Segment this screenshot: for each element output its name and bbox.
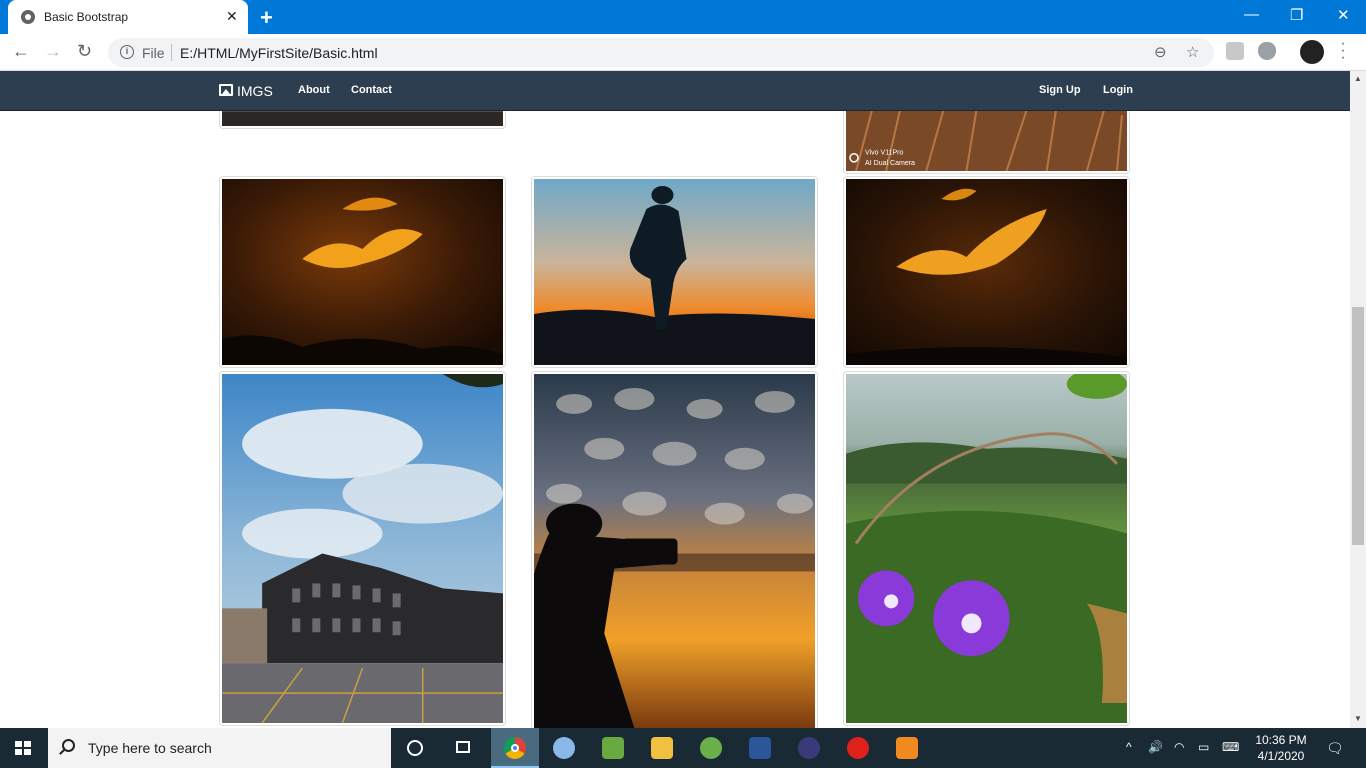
notepad-icon[interactable]	[589, 728, 637, 768]
photo-image	[534, 179, 815, 365]
site-brand[interactable]: IMGS	[237, 83, 273, 99]
photo-image	[222, 179, 503, 365]
nav-link-sign-up[interactable]: Sign Up	[1039, 84, 1081, 96]
word-icon[interactable]	[736, 728, 784, 768]
address-separator	[171, 44, 172, 61]
shield-extension-icon[interactable]	[1258, 42, 1276, 60]
close-window-button[interactable]: ✕	[1337, 6, 1350, 24]
tab-title: Basic Bootstrap	[44, 10, 129, 24]
url-text[interactable]: E:/HTML/MyFirstSite/Basic.html	[180, 45, 378, 61]
restore-button[interactable]: ❐	[1290, 6, 1303, 24]
paint-icon[interactable]	[540, 728, 588, 768]
keyboard-icon[interactable]: ⌨	[1222, 740, 1239, 754]
photo-thumbnail[interactable]	[843, 369, 1130, 726]
volume-icon[interactable]: 🔊	[1148, 740, 1163, 754]
photo-thumbnail[interactable]	[843, 176, 1130, 368]
photo-image	[846, 369, 1127, 723]
notifications-icon[interactable]: 🗨	[1326, 740, 1344, 757]
tab-close-icon[interactable]: ✕	[226, 8, 238, 25]
page-viewport: IMGS About Contact Sign Up Login Vivo V1…	[0, 71, 1350, 728]
extension-icon[interactable]	[1226, 42, 1244, 60]
reload-button[interactable]: ↻	[77, 41, 92, 62]
page-scrollbar[interactable]: ▲ ▼	[1350, 71, 1366, 728]
menu-dots-icon[interactable]: · · ·	[1340, 36, 1346, 66]
nav-link-login[interactable]: Login	[1103, 84, 1133, 96]
picture-icon	[219, 84, 233, 96]
forward-button[interactable]: →	[44, 41, 62, 62]
profile-avatar[interactable]	[1300, 40, 1324, 64]
site-navbar: IMGS About Contact Sign Up Login	[0, 71, 1350, 111]
photo-thumbnail[interactable]	[531, 371, 818, 728]
nav-link-about[interactable]: About	[298, 84, 330, 96]
file-explorer-icon[interactable]	[638, 728, 686, 768]
photo-thumbnail[interactable]	[531, 176, 818, 368]
photo-thumbnail[interactable]	[219, 371, 506, 726]
photo-thumbnail[interactable]	[219, 176, 506, 368]
battery-icon[interactable]: ▭	[1198, 740, 1209, 754]
chevron-up-icon[interactable]: ^	[1126, 740, 1132, 754]
photo-image	[534, 374, 815, 728]
svg-text:Vivo V11Pro: Vivo V11Pro	[865, 150, 903, 157]
chrome-icon[interactable]	[491, 728, 539, 768]
spring-tool-icon[interactable]	[687, 728, 735, 768]
clock-time: 10:36 PM	[1255, 733, 1307, 747]
new-tab-button[interactable]: +	[260, 5, 273, 31]
minimize-button[interactable]: —	[1244, 6, 1259, 23]
task-view-icon[interactable]	[440, 728, 488, 768]
svg-text:AI Dual Camera: AI Dual Camera	[865, 160, 915, 167]
address-bar[interactable]: i File E:/HTML/MyFirstSite/Basic.html ⊖ …	[108, 38, 1214, 67]
wifi-icon[interactable]: ◠	[1174, 740, 1184, 754]
taskbar-search-box[interactable]: Type here to search	[48, 728, 391, 768]
globe-icon	[21, 10, 35, 24]
scroll-up-arrow-icon[interactable]: ▲	[1354, 74, 1362, 83]
back-button[interactable]: ←	[12, 41, 30, 62]
cortana-icon[interactable]	[392, 728, 440, 768]
scroll-down-arrow-icon[interactable]: ▼	[1354, 714, 1362, 723]
nav-link-contact[interactable]: Contact	[351, 84, 392, 96]
search-placeholder: Type here to search	[88, 740, 212, 756]
photo-image	[222, 374, 503, 724]
eclipse-icon[interactable]	[785, 728, 833, 768]
system-clock[interactable]: 10:36 PM 4/1/2020	[1252, 732, 1310, 764]
clock-date: 4/1/2020	[1257, 749, 1305, 763]
scrollbar-thumb[interactable]	[1352, 307, 1364, 545]
info-icon[interactable]: i	[120, 45, 134, 59]
browser-toolbar: ← → ↻ i File E:/HTML/MyFirstSite/Basic.h…	[0, 34, 1366, 71]
opera-icon[interactable]	[834, 728, 882, 768]
photo-image	[846, 179, 1127, 365]
bookmark-star-icon[interactable]: ☆	[1186, 43, 1199, 61]
zoom-icon[interactable]: ⊖	[1154, 43, 1167, 61]
sublime-text-icon[interactable]	[883, 728, 931, 768]
windows-taskbar: Type here to search ^ 🔊 ◠ ▭ ⌨ 10:36 PM 4…	[0, 728, 1366, 768]
browser-tab[interactable]: Basic Bootstrap ✕	[8, 0, 248, 34]
search-icon	[62, 739, 75, 752]
windows-start-icon[interactable]	[15, 741, 32, 756]
browser-title-bar: Basic Bootstrap ✕ + — ❐ ✕	[0, 0, 1366, 34]
url-scheme-label: File	[142, 45, 165, 61]
